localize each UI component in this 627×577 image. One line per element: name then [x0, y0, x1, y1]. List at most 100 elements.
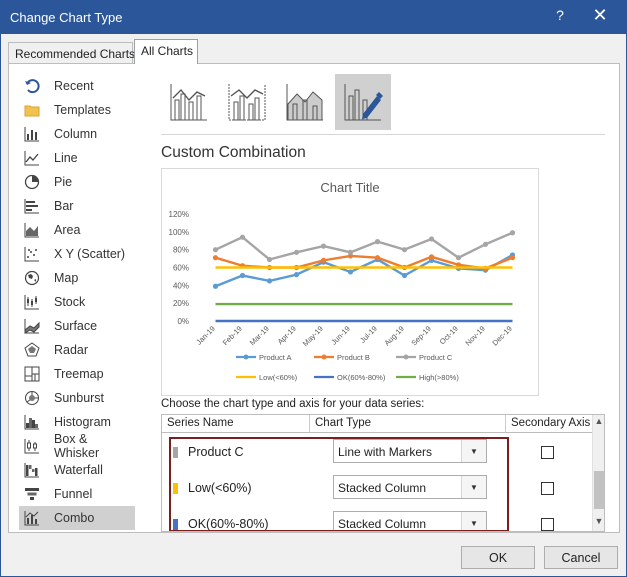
chart-type-dropdown[interactable]: Stacked Column ▼ — [333, 475, 487, 499]
series-name: Product C — [188, 445, 244, 459]
legend-label: High(>80%) — [419, 373, 459, 382]
sidebar-item-combo[interactable]: Combo — [19, 506, 135, 530]
sidebar-item-label: Stock — [54, 295, 86, 309]
x-tick-label: Mar-19 — [248, 324, 271, 347]
y-tick-label: 80% — [173, 246, 189, 255]
x-tick-label: Feb-19 — [221, 324, 244, 347]
x-tick-label: Jul-19 — [358, 324, 379, 345]
stacked-area-column-icon — [286, 84, 323, 121]
secondary-axis-header: Secondary Axis — [506, 415, 592, 433]
map-chart-icon — [24, 270, 40, 286]
sidebar-item-radar[interactable]: Radar — [19, 338, 135, 362]
y-tick-label: 100% — [169, 228, 189, 237]
sidebar-item-line[interactable]: Line — [19, 146, 135, 170]
sidebar-item-area[interactable]: Area — [19, 218, 135, 242]
chevron-down-icon[interactable]: ▼ — [461, 476, 486, 498]
sidebar-item-map[interactable]: Map — [19, 266, 135, 290]
x-tick-label: Apr-19 — [276, 324, 298, 346]
legend-marker — [321, 354, 327, 360]
title-bar: Change Chart Type ? ✕ — [1, 1, 626, 34]
surface-chart-icon — [24, 318, 40, 334]
tab-recommended-charts[interactable]: Recommended Charts — [8, 42, 135, 63]
data-point — [293, 272, 300, 278]
close-button[interactable]: ✕ — [589, 5, 611, 27]
sidebar-item-pie[interactable]: Pie — [19, 170, 135, 194]
sidebar-item-waterfall[interactable]: Waterfall — [19, 458, 135, 482]
sidebar-item-histogram[interactable]: Histogram — [19, 410, 135, 434]
secondary-axis-checkbox[interactable] — [541, 446, 554, 459]
sidebar-item-label: Box & Whisker — [54, 432, 100, 460]
scroll-thumb[interactable] — [594, 471, 604, 509]
clustered-column-line-secondary-icon — [228, 84, 266, 121]
treemap-chart-icon — [24, 366, 40, 382]
legend-label: Product A — [259, 353, 292, 362]
chart-type-header: Chart Type — [310, 415, 506, 433]
data-point — [347, 269, 354, 275]
sidebar-item-label: Funnel — [54, 487, 93, 501]
sidebar-item-label: Area — [54, 223, 81, 237]
tab-content: Recent Templates Column Line Pie Bar Are… — [8, 63, 620, 533]
chevron-down-icon[interactable]: ▼ — [461, 440, 486, 462]
scroll-up-icon[interactable]: ▲ — [593, 416, 604, 430]
chart-type-dropdown[interactable]: Line with Markers ▼ — [333, 439, 487, 463]
bar-chart-icon — [24, 198, 40, 214]
data-point — [347, 249, 354, 255]
series-row-ok: OK(60%-80%) Stacked Column ▼ — [162, 506, 590, 531]
data-point — [212, 283, 219, 289]
custom-combination-option[interactable] — [335, 74, 391, 130]
chart-type-value: Stacked Column — [338, 517, 427, 531]
data-point — [374, 239, 381, 245]
change-chart-type-dialog: Change Chart Type ? ✕ Recommended Charts… — [0, 0, 627, 577]
series-name: OK(60%-80%) — [188, 517, 269, 531]
chart-type-sidebar: Recent Templates Column Line Pie Bar Are… — [19, 74, 147, 530]
x-tick-label: Sep-19 — [409, 324, 432, 347]
sidebar-item-funnel[interactable]: Funnel — [19, 482, 135, 506]
series-row-low: Low(<60%) Stacked Column ▼ — [162, 470, 590, 506]
sidebar-item-treemap[interactable]: Treemap — [19, 362, 135, 386]
data-point — [428, 236, 435, 242]
help-button[interactable]: ? — [551, 7, 569, 27]
sidebar-item-stock[interactable]: Stock — [19, 290, 135, 314]
sidebar-item-label: Histogram — [54, 415, 111, 429]
sidebar-item-bar[interactable]: Bar — [19, 194, 135, 218]
box-whisker-chart-icon — [24, 438, 40, 454]
x-tick-label: Oct-19 — [438, 324, 460, 346]
cancel-button[interactable]: Cancel — [544, 546, 618, 569]
x-tick-label: Nov-19 — [463, 324, 486, 347]
ok-button[interactable]: OK — [461, 546, 535, 569]
y-tick-label: 20% — [173, 299, 189, 308]
sidebar-item-recent[interactable]: Recent — [19, 74, 135, 98]
sidebar-item-label: Map — [54, 271, 79, 285]
chevron-down-icon[interactable]: ▼ — [461, 512, 486, 531]
legend-label: Product B — [337, 353, 370, 362]
legend-marker — [243, 354, 249, 360]
dialog-title: Change Chart Type — [10, 10, 123, 25]
tab-all-charts[interactable]: All Charts — [134, 39, 198, 64]
legend-label: Product C — [419, 353, 453, 362]
chart-type-value: Stacked Column — [338, 481, 427, 495]
sidebar-item-label: Radar — [54, 343, 89, 357]
stacked-area-column-option[interactable] — [277, 74, 333, 130]
sidebar-item-box-whisker[interactable]: Box & Whisker — [19, 432, 135, 460]
data-point — [266, 256, 273, 263]
clustered-column-line-secondary-option[interactable] — [219, 74, 275, 130]
sidebar-item-scatter[interactable]: X Y (Scatter) — [19, 242, 135, 266]
clustered-column-line-option[interactable] — [161, 74, 217, 130]
y-tick-label: 60% — [173, 264, 189, 273]
x-tick-label: Jan-19 — [194, 324, 217, 347]
stock-chart-icon — [24, 294, 40, 310]
scroll-down-icon[interactable]: ▼ — [593, 516, 604, 530]
series-table-scrollbar[interactable]: ▲ ▼ — [592, 415, 604, 531]
secondary-axis-checkbox[interactable] — [541, 518, 554, 531]
sidebar-item-templates[interactable]: Templates — [19, 98, 135, 122]
data-point — [401, 247, 408, 253]
sidebar-item-surface[interactable]: Surface — [19, 314, 135, 338]
sidebar-item-label: X Y (Scatter) — [54, 247, 126, 261]
series-color-swatch — [173, 447, 178, 458]
series-table: Series Name Chart Type Secondary Axis Pr… — [161, 414, 605, 532]
sidebar-item-column[interactable]: Column — [19, 122, 135, 146]
data-point — [509, 255, 516, 261]
sidebar-item-sunburst[interactable]: Sunburst — [19, 386, 135, 410]
secondary-axis-checkbox[interactable] — [541, 482, 554, 495]
chart-type-dropdown[interactable]: Stacked Column ▼ — [333, 511, 487, 531]
